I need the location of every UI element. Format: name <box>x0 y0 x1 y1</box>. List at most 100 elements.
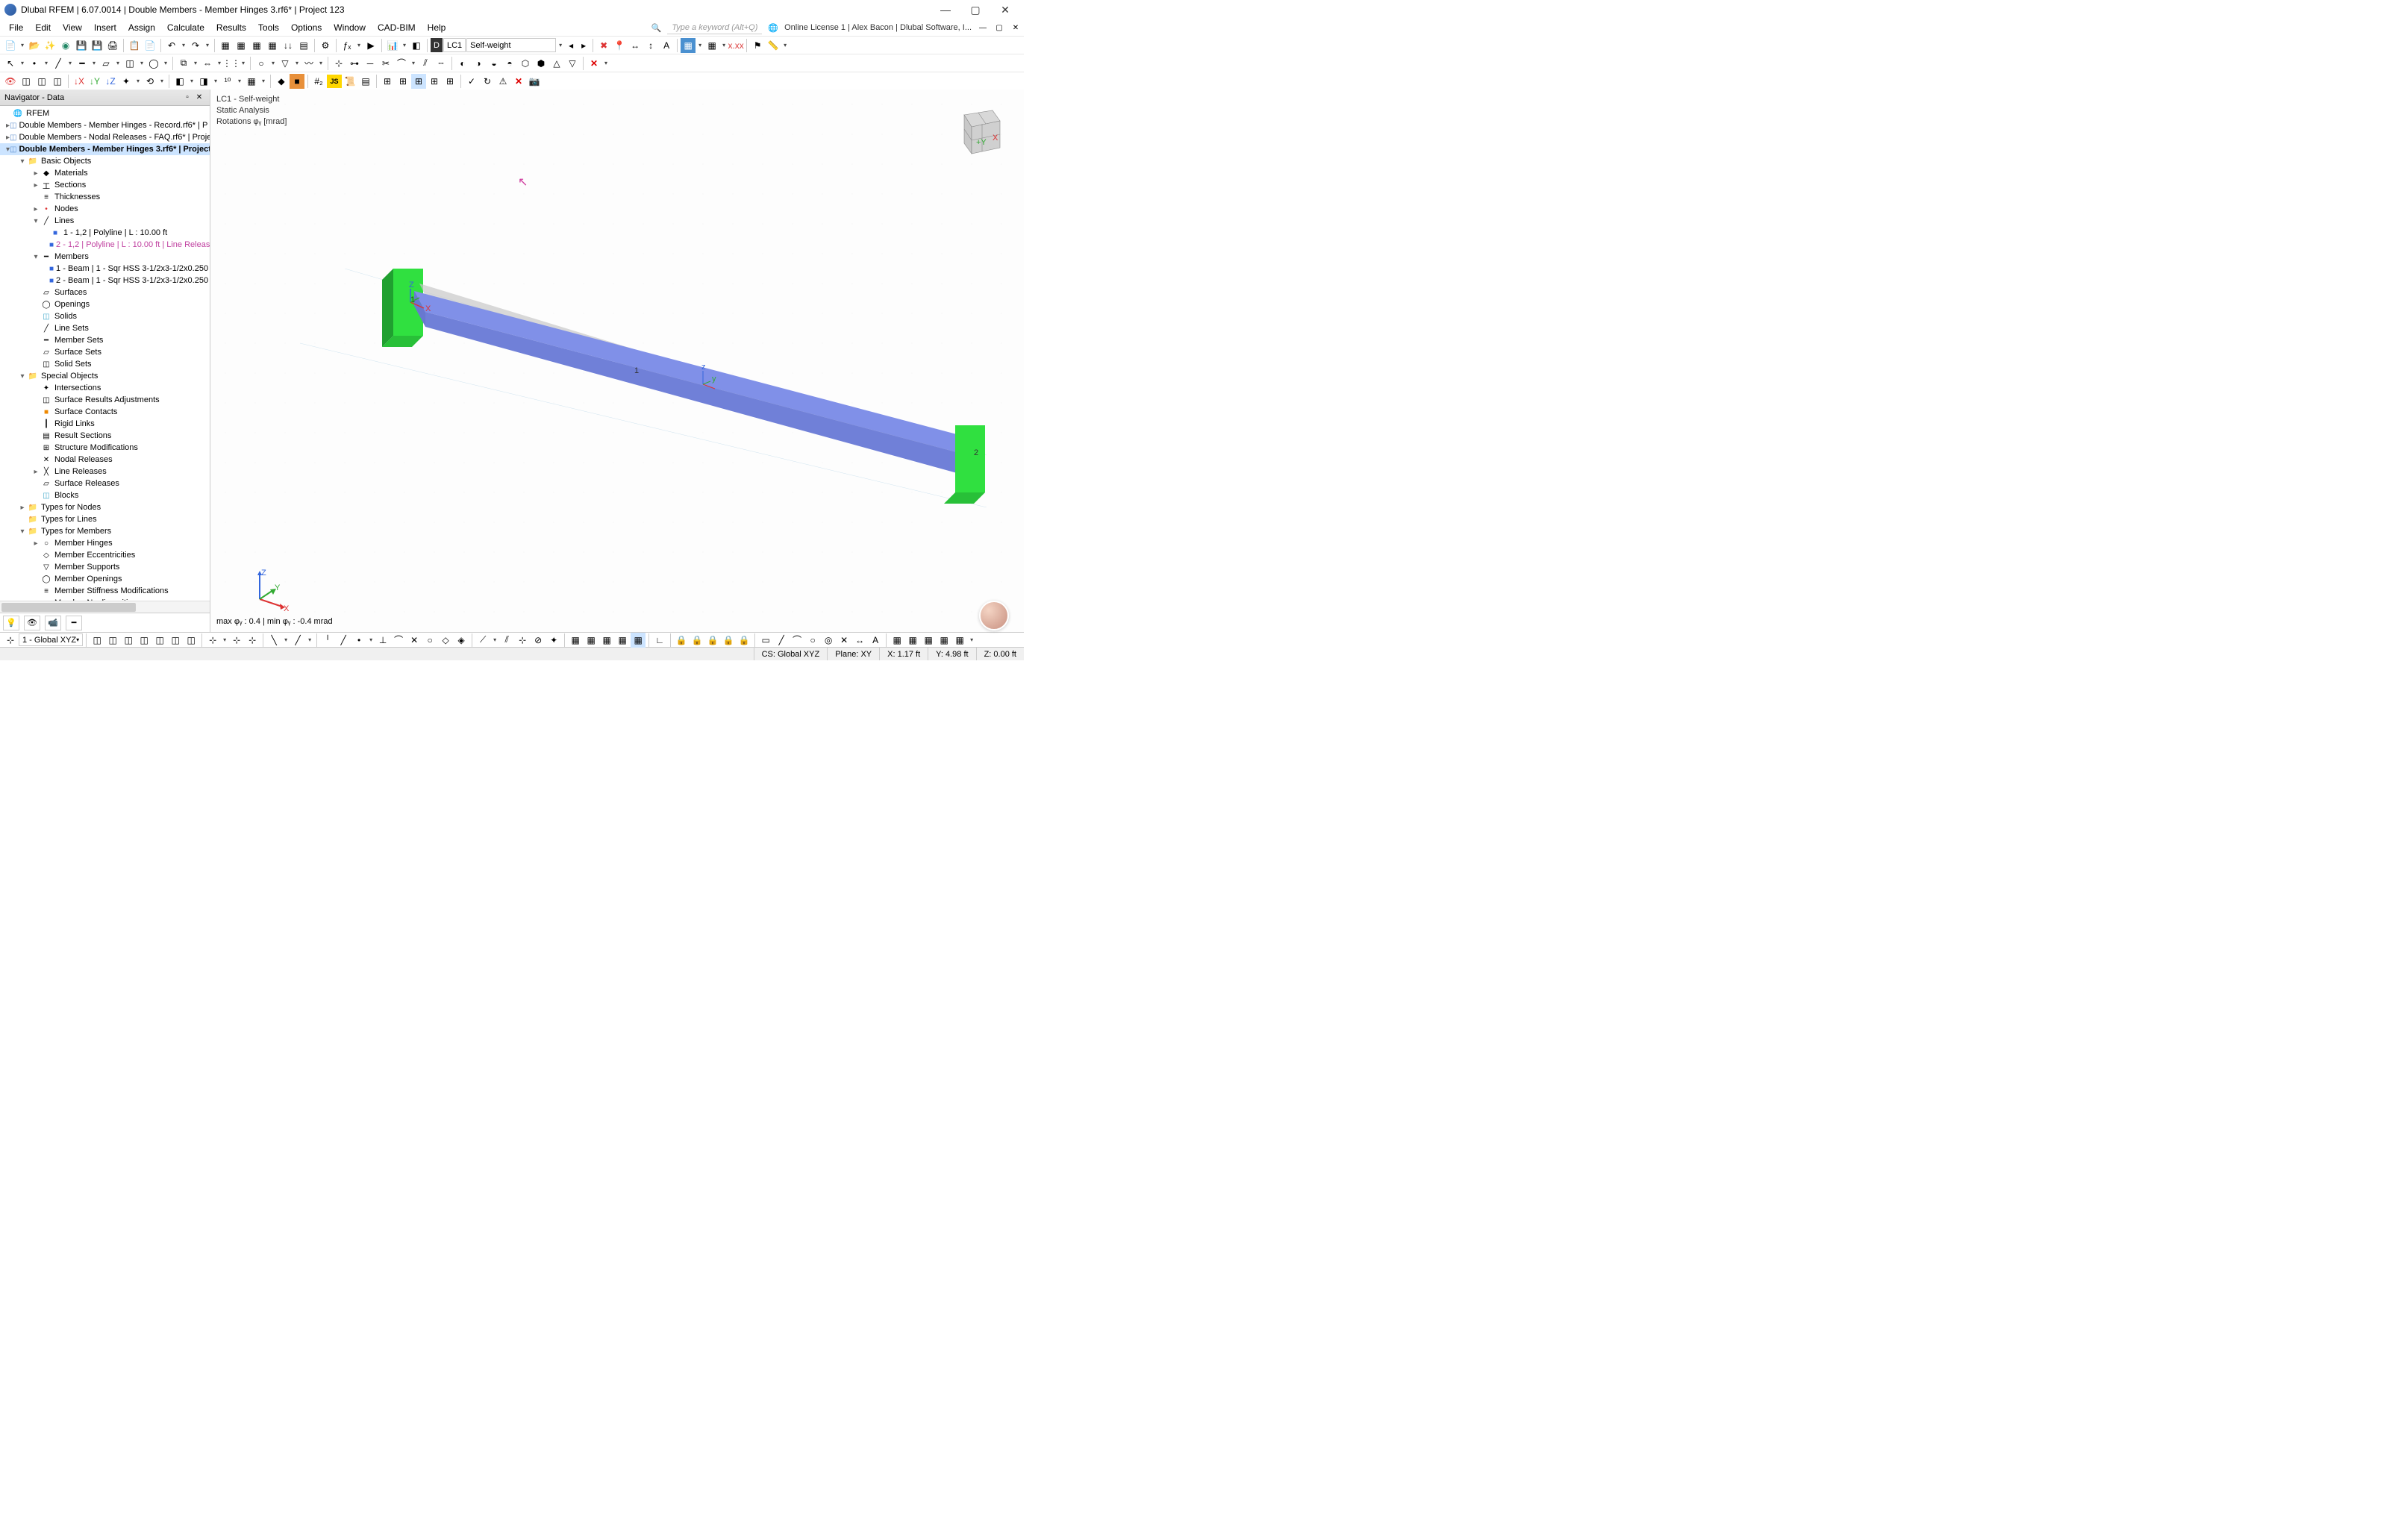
flag-icon[interactable]: ⚑ <box>750 38 765 53</box>
dim2-icon[interactable]: ↕ <box>643 38 658 53</box>
layout3-icon[interactable]: ▦ <box>921 633 936 648</box>
navigator-hscroll[interactable] <box>0 601 210 613</box>
js-icon[interactable]: JS <box>327 75 342 88</box>
window3-icon[interactable]: ▦ <box>249 38 264 53</box>
snap3-icon[interactable]: ◫ <box>121 633 136 648</box>
model-icon[interactable]: ◉ <box>58 38 73 53</box>
print-icon[interactable]: 🖨 <box>105 38 120 53</box>
iso2-icon[interactable]: ◫ <box>34 74 49 89</box>
tree-line-sets[interactable]: ╱Line Sets <box>0 322 210 334</box>
lock2-icon[interactable]: 🔒 <box>690 633 704 648</box>
tree-surface-releases[interactable]: ▱Surface Releases <box>0 478 210 489</box>
tree-types-nodes[interactable]: ▸📁Types for Nodes <box>0 501 210 513</box>
fx-icon[interactable]: ƒₓ <box>340 38 354 53</box>
dropdown-icon[interactable]: ▾ <box>43 60 50 66</box>
dropdown-icon[interactable]: ▾ <box>282 636 290 643</box>
shape-rect-icon[interactable]: ▭ <box>758 633 773 648</box>
solid-icon[interactable]: ◫ <box>122 56 137 71</box>
dropdown-icon[interactable]: ▾ <box>401 42 408 48</box>
tree-lines[interactable]: ▾╱Lines <box>0 215 210 227</box>
tree-member-1[interactable]: ■1 - Beam | 1 - Sqr HSS 3-1/2x3-1/2x0.25… <box>0 263 210 275</box>
shape-line-icon[interactable]: ╱ <box>774 633 789 648</box>
surface-icon[interactable]: ▱ <box>99 56 113 71</box>
guide1-icon[interactable]: ╲ <box>266 633 281 648</box>
osnap2-icon[interactable]: ⊹ <box>229 633 244 648</box>
sn-near-icon[interactable]: ◈ <box>454 633 469 648</box>
navigator-tree[interactable]: 🌐RFEM ▸◫Double Members - Member Hinges -… <box>0 106 210 601</box>
nav-view1-icon[interactable]: 💡 <box>3 616 19 630</box>
menu-options[interactable]: Options <box>285 20 328 35</box>
tree-special-objects[interactable]: ▾📁Special Objects <box>0 370 210 382</box>
dropdown-icon[interactable]: ▾ <box>240 60 247 66</box>
delete-icon[interactable]: ✕ <box>587 56 601 71</box>
spring-icon[interactable]: 〰 <box>301 56 316 71</box>
view-reset-icon[interactable]: 👁 <box>3 74 18 89</box>
view-cube[interactable]: +Y X <box>949 101 1010 163</box>
menu-file[interactable]: File <box>3 20 29 35</box>
nav-view4-icon[interactable]: ━ <box>66 616 82 630</box>
dropdown-icon[interactable]: ▾ <box>410 60 417 66</box>
dropdown-icon[interactable]: ▾ <box>720 42 728 48</box>
tree-project[interactable]: ▸◫Double Members - Nodal Releases - FAQ.… <box>0 131 210 143</box>
extend-icon[interactable]: ─ <box>363 56 378 71</box>
sn-none-icon[interactable]: ⊘ <box>531 633 546 648</box>
view-wire-icon[interactable]: ▦ <box>704 38 719 53</box>
tree-surfaces[interactable]: ▱Surfaces <box>0 287 210 298</box>
sn-par-icon[interactable]: ⫽ <box>499 633 514 648</box>
tool-h-icon[interactable]: ▽ <box>565 56 580 71</box>
tree-nodal-releases[interactable]: ✕Nodal Releases <box>0 454 210 466</box>
clip-icon[interactable]: ◧ <box>172 74 187 89</box>
shape-circ-icon[interactable]: ○ <box>805 633 820 648</box>
vis2-icon[interactable]: ▦ <box>584 633 598 648</box>
tree-member-sets[interactable]: ━Member Sets <box>0 334 210 346</box>
cs-icon[interactable]: ⊹ <box>3 633 18 648</box>
copy-icon[interactable]: ⧉ <box>176 56 191 71</box>
keyword-input[interactable]: Type a keyword (Alt+Q) <box>667 22 762 34</box>
save-icon[interactable]: 💾 <box>74 38 89 53</box>
menu-assign[interactable]: Assign <box>122 20 161 35</box>
dropdown-icon[interactable]: ▾ <box>212 78 219 84</box>
tree-solids[interactable]: ◫Solids <box>0 310 210 322</box>
loads-icon[interactable]: ↓↓ <box>281 38 296 53</box>
tree-member-supports[interactable]: ▽Member Supports <box>0 561 210 573</box>
next-icon[interactable]: ▸ <box>578 38 590 53</box>
dropdown-icon[interactable]: ▾ <box>90 60 98 66</box>
window2-icon[interactable]: ▦ <box>234 38 249 53</box>
new-icon[interactable]: 📄 <box>3 38 18 53</box>
dropdown-icon[interactable]: ▾ <box>557 42 564 48</box>
shape-text-icon[interactable]: A <box>868 633 883 648</box>
dropdown-icon[interactable]: ▾ <box>19 42 26 48</box>
menu-view[interactable]: View <box>57 20 88 35</box>
layout4-icon[interactable]: ▦ <box>937 633 951 648</box>
tree-line-releases[interactable]: ▸╳Line Releases <box>0 466 210 478</box>
dim1-icon[interactable]: ↔ <box>628 38 643 53</box>
refresh-icon[interactable]: ↻ <box>480 74 495 89</box>
tool-e-icon[interactable]: ⬡ <box>518 56 533 71</box>
tool-b-icon[interactable]: ◑ <box>471 56 486 71</box>
tree-member-2[interactable]: ■2 - Beam | 1 - Sqr HSS 3-1/2x3-1/2x0.25… <box>0 275 210 287</box>
tree-member-openings[interactable]: ◯Member Openings <box>0 573 210 585</box>
lc-name[interactable]: Self-weight <box>466 38 556 52</box>
support-icon[interactable]: ▽ <box>278 56 293 71</box>
dropdown-icon[interactable]: ▾ <box>317 60 325 66</box>
view-a-icon[interactable]: ⟲ <box>143 74 157 89</box>
dropdown-icon[interactable]: ▾ <box>491 636 498 643</box>
tree-line-2[interactable]: ■2 - 1,2 | Polyline | L : 10.00 ft | Lin… <box>0 239 210 251</box>
grid-icon[interactable]: ▦ <box>244 74 259 89</box>
line-icon[interactable]: ╱ <box>51 56 66 71</box>
break-icon[interactable]: ╌ <box>434 56 448 71</box>
nav-view2-icon[interactable]: 👁 <box>24 616 40 630</box>
undo-icon[interactable]: ↶ <box>164 38 179 53</box>
pin-off-icon[interactable]: ✖ <box>596 38 611 53</box>
results-icon[interactable]: 📊 <box>385 38 400 53</box>
dropdown-icon[interactable]: ▾ <box>66 60 74 66</box>
dropdown-icon[interactable]: ▾ <box>114 60 122 66</box>
calc-icon[interactable]: ⚙ <box>318 38 333 53</box>
tree-surface-contacts[interactable]: ■Surface Contacts <box>0 406 210 418</box>
vis5-icon[interactable]: ▦ <box>631 633 646 648</box>
opening-icon[interactable]: ◯ <box>146 56 161 71</box>
mesh4-icon[interactable]: ⊞ <box>427 74 442 89</box>
vis3-icon[interactable]: ▦ <box>599 633 614 648</box>
sn-endpoint-icon[interactable]: ╵ <box>320 633 335 648</box>
mesh5-icon[interactable]: ⊞ <box>443 74 457 89</box>
